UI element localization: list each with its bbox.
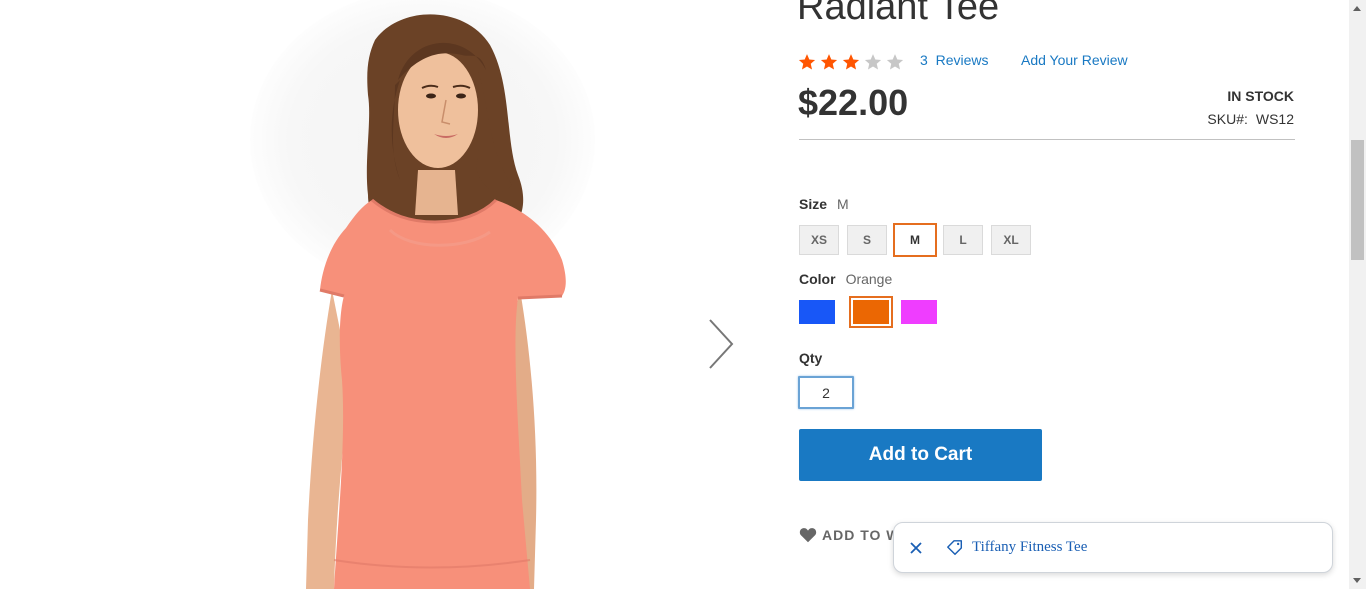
divider bbox=[799, 139, 1295, 140]
qty-label: Qty bbox=[799, 350, 823, 366]
size-selected-value: M bbox=[837, 196, 849, 212]
add-to-cart-button[interactable]: Add to Cart bbox=[799, 429, 1042, 481]
reviews-count: 3 bbox=[920, 52, 928, 68]
color-selected-value: Orange bbox=[845, 271, 893, 287]
color-swatch-orange[interactable] bbox=[849, 296, 893, 328]
product-sku: SKU#: WS12 bbox=[1207, 111, 1294, 127]
qty-input[interactable] bbox=[798, 376, 854, 409]
scroll-thumb[interactable] bbox=[1351, 140, 1364, 260]
star-icon bbox=[798, 54, 816, 70]
recommendation-toast: Tiffany Fitness Tee bbox=[893, 522, 1333, 573]
heart-icon bbox=[799, 528, 817, 543]
size-swatch-m[interactable]: M bbox=[893, 223, 937, 257]
sku-value: WS12 bbox=[1255, 111, 1294, 127]
rating-summary bbox=[798, 51, 908, 73]
reviews-word: Reviews bbox=[935, 52, 989, 68]
size-swatches: XS S M L XL bbox=[799, 223, 1039, 257]
tag-icon bbox=[947, 539, 963, 555]
page-title: Radiant Tee bbox=[797, 0, 1000, 28]
stock-status: IN STOCK bbox=[1227, 88, 1294, 104]
size-option-label: Size M bbox=[799, 196, 849, 212]
size-label: Size bbox=[799, 196, 828, 212]
add-review-link[interactable]: Add Your Review bbox=[1021, 52, 1128, 68]
color-swatches bbox=[799, 296, 947, 328]
scroll-down-arrow-icon[interactable] bbox=[1353, 578, 1361, 583]
star-icon bbox=[864, 54, 882, 70]
chevron-right-icon[interactable] bbox=[700, 314, 744, 374]
size-swatch-s[interactable]: S bbox=[847, 225, 887, 255]
toast-product-link[interactable]: Tiffany Fitness Tee bbox=[972, 539, 1087, 556]
color-swatch-purple[interactable] bbox=[901, 300, 937, 324]
reviews-link[interactable]: 3 Reviews bbox=[920, 52, 988, 68]
scroll-up-arrow-icon[interactable] bbox=[1353, 6, 1361, 11]
color-swatch-blue[interactable] bbox=[799, 300, 835, 324]
size-swatch-xs[interactable]: XS bbox=[799, 225, 839, 255]
color-option-label: Color Orange bbox=[799, 271, 892, 287]
product-photo bbox=[306, 14, 566, 589]
star-icon bbox=[842, 54, 860, 70]
product-price: $22.00 bbox=[798, 82, 909, 123]
size-swatch-xl[interactable]: XL bbox=[991, 225, 1031, 255]
product-gallery bbox=[0, 0, 760, 589]
page-scrollbar[interactable] bbox=[1349, 0, 1366, 589]
star-icon bbox=[820, 54, 838, 70]
color-label: Color bbox=[799, 271, 836, 287]
add-to-wishlist-link[interactable]: ADD TO W bbox=[799, 527, 901, 543]
sku-label: SKU#: bbox=[1207, 111, 1248, 127]
wishlist-label: ADD TO W bbox=[822, 527, 901, 543]
qty-option-label: Qty bbox=[799, 350, 832, 366]
star-icon bbox=[886, 54, 904, 70]
close-icon[interactable] bbox=[908, 540, 924, 556]
rating-stars bbox=[798, 53, 908, 71]
size-swatch-l[interactable]: L bbox=[943, 225, 983, 255]
